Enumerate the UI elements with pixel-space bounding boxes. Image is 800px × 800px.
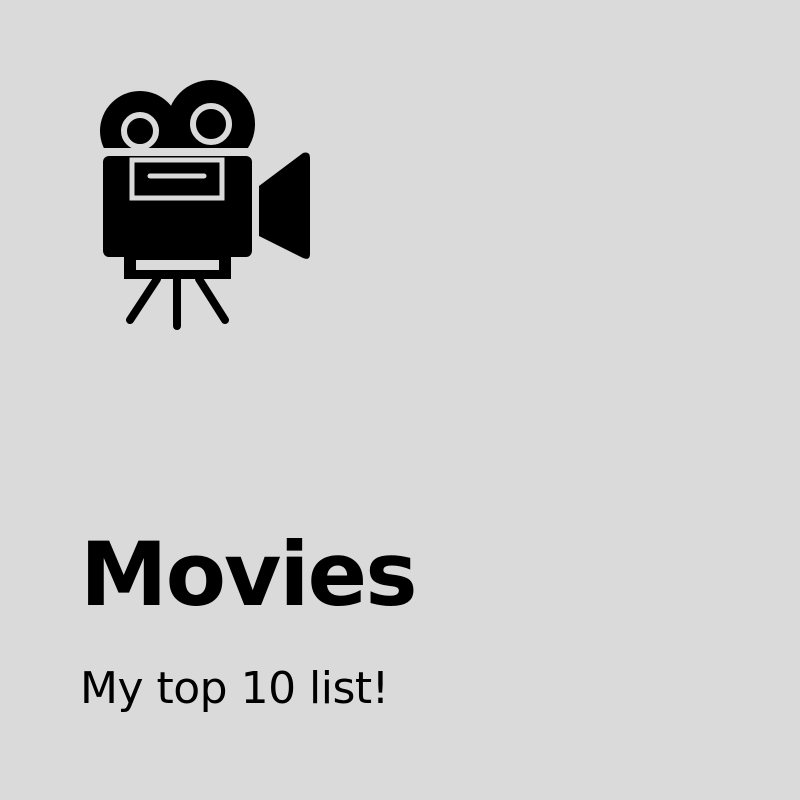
- movies-card[interactable]: Movies My top 10 list!: [0, 0, 800, 800]
- card-subtitle: My top 10 list!: [80, 663, 389, 714]
- movie-camera-icon: [100, 78, 312, 332]
- card-title: Movies: [80, 523, 418, 626]
